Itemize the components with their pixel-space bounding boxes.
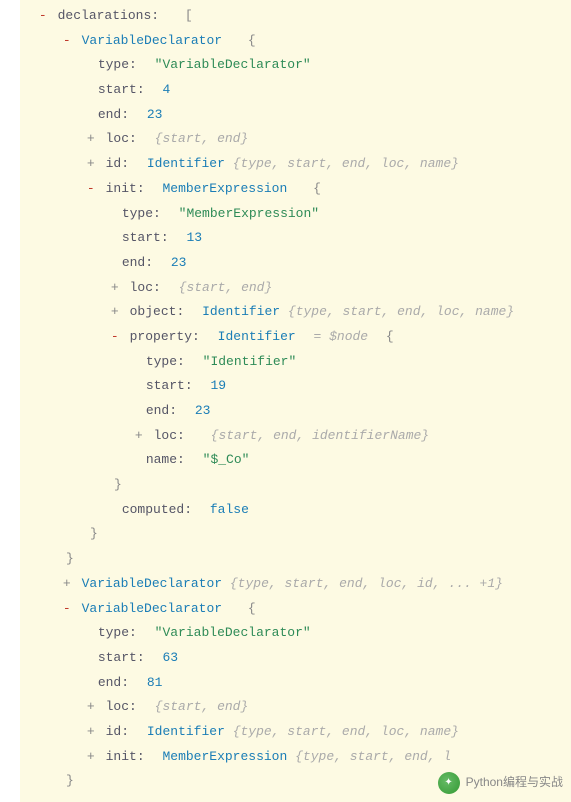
collapse-icon[interactable]: - xyxy=(60,597,74,622)
node-declarations[interactable]: - declarations: [ xyxy=(20,4,571,29)
wechat-icon: ✦ xyxy=(438,772,460,794)
open-bracket: [ xyxy=(185,8,193,23)
prop-loc[interactable]: + loc: {start, end, identifierName} xyxy=(20,424,571,449)
prop-type[interactable]: type: "VariableDeclarator" xyxy=(20,53,571,78)
prop-loc[interactable]: + loc: {start, end} xyxy=(20,276,571,301)
prop-end[interactable]: end: 23 xyxy=(20,399,571,424)
collapse-icon[interactable]: - xyxy=(60,29,74,54)
node-vardecl-0[interactable]: - VariableDeclarator { xyxy=(20,29,571,54)
key-declarations: declarations xyxy=(58,8,152,23)
expand-icon[interactable]: + xyxy=(108,276,122,301)
ast-tree-viewer: - declarations: [ - VariableDeclarator {… xyxy=(20,0,571,802)
expand-icon[interactable]: + xyxy=(84,720,98,745)
prop-type[interactable]: type: "Identifier" xyxy=(20,350,571,375)
expand-icon[interactable]: + xyxy=(84,127,98,152)
close-brace: } xyxy=(20,547,571,572)
prop-loc[interactable]: + loc: {start, end} xyxy=(20,127,571,152)
close-brace: } xyxy=(20,473,571,498)
collapsed-preview: {start, end} xyxy=(155,131,249,146)
prop-end[interactable]: end: 23 xyxy=(20,251,571,276)
prop-type[interactable]: type: "MemberExpression" xyxy=(20,202,571,227)
collapsed-preview: {type, start, end, loc, name} xyxy=(233,156,459,171)
prop-property[interactable]: - property: Identifier = $node { xyxy=(20,325,571,350)
prop-start[interactable]: start: 19 xyxy=(20,374,571,399)
value-keyword: false xyxy=(210,502,249,517)
type-label: VariableDeclarator xyxy=(82,33,222,48)
node-vardecl-1[interactable]: + VariableDeclarator {type, start, end, … xyxy=(20,572,571,597)
prop-loc[interactable]: + loc: {start, end} xyxy=(20,695,571,720)
collapse-icon[interactable]: - xyxy=(84,177,98,202)
watermark-text: Python编程与实战 xyxy=(466,771,563,794)
expand-icon[interactable]: + xyxy=(84,152,98,177)
prop-id[interactable]: + id: Identifier {type, start, end, loc,… xyxy=(20,152,571,177)
expand-icon[interactable]: + xyxy=(60,572,74,597)
open-brace: { xyxy=(248,33,256,48)
expand-icon[interactable]: + xyxy=(132,424,146,449)
expand-icon[interactable]: + xyxy=(84,745,98,770)
prop-object[interactable]: + object: Identifier {type, start, end, … xyxy=(20,300,571,325)
prop-id[interactable]: + id: Identifier {type, start, end, loc,… xyxy=(20,720,571,745)
prop-computed[interactable]: computed: false xyxy=(20,498,571,523)
expand-icon[interactable]: + xyxy=(108,300,122,325)
expand-icon[interactable]: + xyxy=(84,695,98,720)
prop-init[interactable]: - init: MemberExpression { xyxy=(20,177,571,202)
value-string: "VariableDeclarator" xyxy=(155,57,311,72)
prop-end[interactable]: end: 23 xyxy=(20,103,571,128)
collapse-icon[interactable]: - xyxy=(36,4,50,29)
close-brace: } xyxy=(20,522,571,547)
node-tag: = $node xyxy=(314,329,369,344)
watermark: ✦ Python编程与实战 xyxy=(438,771,563,794)
prop-init[interactable]: + init: MemberExpression {type, start, e… xyxy=(20,745,571,770)
value-number: 23 xyxy=(147,107,163,122)
collapse-icon[interactable]: - xyxy=(108,325,122,350)
prop-start[interactable]: start: 63 xyxy=(20,646,571,671)
node-vardecl-2[interactable]: - VariableDeclarator { xyxy=(20,597,571,622)
prop-name[interactable]: name: "$_Co" xyxy=(20,448,571,473)
prop-end[interactable]: end: 81 xyxy=(20,671,571,696)
prop-start[interactable]: start: 13 xyxy=(20,226,571,251)
value-number: 4 xyxy=(162,82,170,97)
prop-type[interactable]: type: "VariableDeclarator" xyxy=(20,621,571,646)
prop-start[interactable]: start: 4 xyxy=(20,78,571,103)
